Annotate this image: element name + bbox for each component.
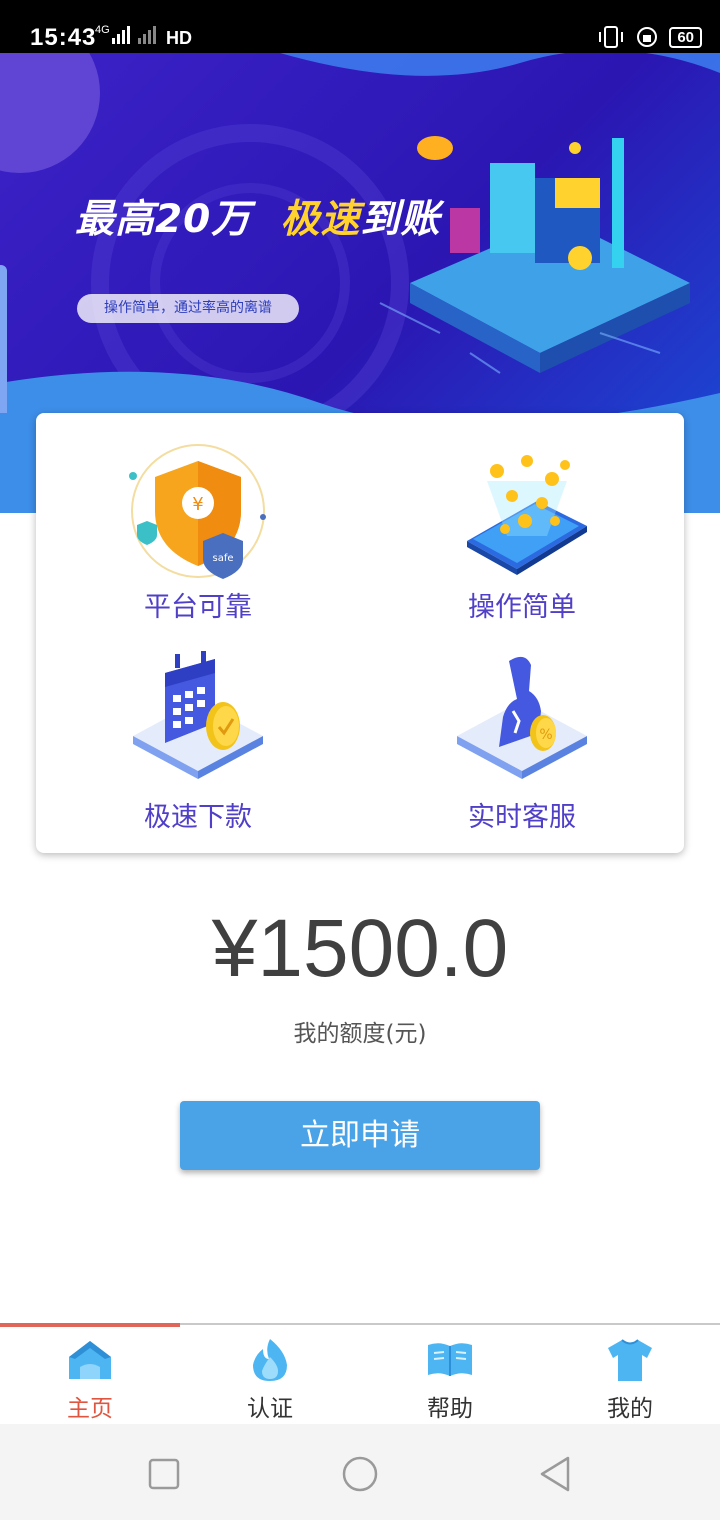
back-icon[interactable] [536, 1454, 576, 1494]
banner-title-end: 到账 [360, 197, 441, 242]
feature-fast-loan[interactable]: 极速下款 [98, 651, 298, 834]
tab-verify[interactable]: 认证 [180, 1325, 360, 1426]
feature-label: 平台可靠 [144, 592, 252, 623]
system-nav-bar [0, 1424, 720, 1520]
home-button-icon[interactable] [340, 1454, 380, 1494]
status-bar: 15:43 4G HD 60 [0, 0, 720, 53]
rotation-lock-icon [637, 27, 658, 47]
flame-icon [253, 1339, 287, 1381]
hd-indicator: HD [166, 28, 192, 48]
status-time: 15:43 [30, 24, 97, 51]
svg-text:¥: ¥ [192, 494, 203, 515]
banner-title-amount: 最高20万 [75, 197, 252, 242]
tab-help[interactable]: 帮助 [360, 1325, 540, 1426]
banner-subtitle: 操作简单，通过率高的离谱 [77, 294, 299, 323]
book-icon [428, 1343, 472, 1376]
tab-label: 我的 [607, 1396, 653, 1422]
feature-live-support[interactable]: % 实时客服 [422, 651, 622, 834]
feature-platform-reliable[interactable]: ¥ safe 平台可靠 [98, 441, 298, 624]
svg-text:%: % [539, 727, 552, 743]
apply-now-button[interactable]: 立即申请 [180, 1101, 540, 1170]
phone-coins-icon [467, 455, 587, 575]
feature-label: 实时客服 [468, 802, 576, 833]
tab-home[interactable]: 主页 [0, 1325, 180, 1426]
feature-label: 操作简单 [468, 592, 576, 623]
battery-indicator: 60 [669, 26, 702, 48]
tab-label: 认证 [247, 1396, 293, 1422]
status-right: 60 [597, 25, 702, 49]
credit-amount-label: 我的额度(元) [293, 1021, 427, 1047]
home-icon [69, 1341, 111, 1379]
feature-label: 极速下款 [144, 802, 252, 833]
credit-amount: ¥1500.0 [211, 903, 509, 994]
banner-title-highlight: 极速 [280, 197, 361, 242]
signal-icon [112, 26, 156, 44]
network-type: 4G [95, 24, 110, 36]
tab-label: 帮助 [427, 1396, 473, 1422]
features-card: ¥ safe 平台可靠 操作简单 极速下款 % 实时客服 [36, 413, 684, 853]
recent-apps-icon[interactable] [144, 1454, 184, 1494]
calendar-check-icon [133, 651, 263, 779]
shirt-icon [608, 1339, 652, 1381]
vibrate-icon [599, 26, 624, 48]
banner-title: 最高20万 极速到账 [75, 188, 440, 244]
customer-service-icon: % [457, 656, 587, 779]
shield-yuan-icon: ¥ safe [129, 444, 266, 579]
feature-simple-operation[interactable]: 操作简单 [422, 441, 622, 624]
svg-text:safe: safe [212, 553, 233, 564]
tab-label: 主页 [67, 1396, 113, 1422]
bottom-tab-bar: 主页 认证 帮助 我的 [0, 1323, 720, 1426]
tab-profile[interactable]: 我的 [540, 1325, 720, 1426]
